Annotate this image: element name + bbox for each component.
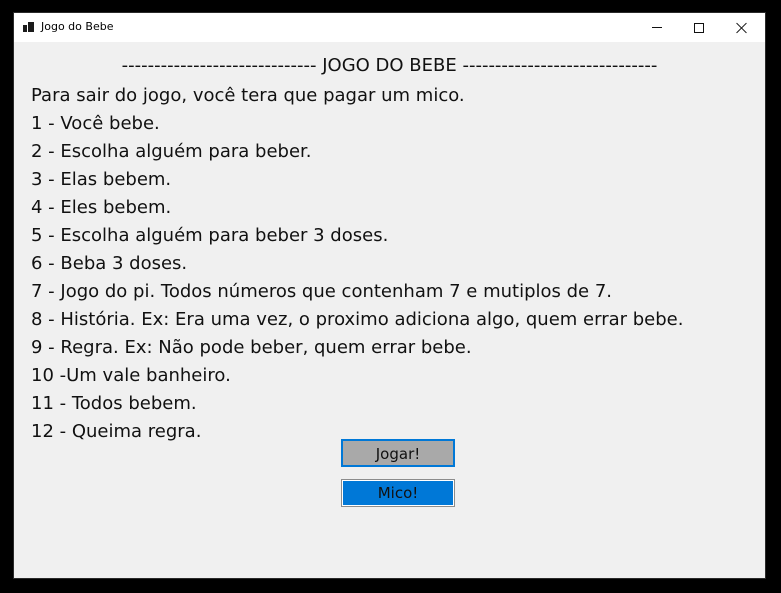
rules-list: Para sair do jogo, você tera que pagar u… — [31, 82, 683, 446]
app-window: Jogo do Bebe ---------------------------… — [14, 13, 765, 578]
maximize-button[interactable] — [678, 13, 720, 42]
title-bar[interactable]: Jogo do Bebe — [14, 13, 765, 42]
rule-item: 1 - Você bebe. — [31, 113, 160, 134]
rule-item: 4 - Eles bebem. — [31, 197, 172, 218]
rule-item: 9 - Regra. Ex: Não pode beber, quem erra… — [31, 337, 472, 358]
rule-item: 7 - Jogo do pi. Todos números que conten… — [31, 281, 613, 302]
rule-item: 3 - Elas bebem. — [31, 169, 172, 190]
minimize-icon — [652, 27, 662, 28]
game-panel: ------------------------------ JOGO DO B… — [14, 42, 765, 578]
app-icon — [23, 22, 34, 32]
rule-item: 11 - Todos bebem. — [31, 393, 197, 414]
intro-text: Para sair do jogo, você tera que pagar u… — [31, 85, 465, 106]
rule-item: 2 - Escolha alguém para beber. — [31, 141, 312, 162]
rule-item: 6 - Beba 3 doses. — [31, 253, 188, 274]
rule-item: 10 -Um vale banheiro. — [31, 365, 231, 386]
rule-item: 8 - História. Ex: Era uma vez, o proximo… — [31, 309, 684, 330]
close-button[interactable] — [721, 13, 763, 42]
game-heading: ------------------------------ JOGO DO B… — [121, 55, 658, 76]
close-icon — [736, 22, 748, 34]
maximize-icon — [694, 22, 704, 33]
rule-item: 5 - Escolha alguém para beber 3 doses. — [31, 225, 389, 246]
mico-button[interactable]: Mico! — [341, 479, 455, 507]
window-title: Jogo do Bebe — [41, 20, 114, 33]
jogar-button[interactable]: Jogar! — [341, 439, 455, 467]
minimize-button[interactable] — [636, 13, 678, 42]
